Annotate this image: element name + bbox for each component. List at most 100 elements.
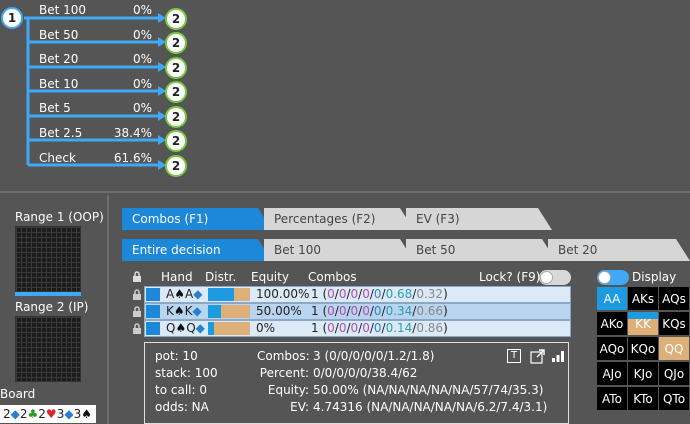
hand-cell-ato[interactable]: ATo [597, 387, 628, 411]
action-label-bet-5: Bet 5 [39, 101, 71, 115]
lock-icon[interactable] [132, 271, 142, 282]
hand-cell: Q♠Q◆ [166, 321, 205, 335]
spade-icon: ♠ [81, 407, 92, 421]
board-card-3-rank: 2 [38, 407, 46, 421]
action-pct-bet-5: 0% [132, 101, 152, 115]
lock-icon[interactable] [132, 323, 142, 334]
display-toggle[interactable] [597, 270, 629, 285]
signal-bars-icon[interactable] [551, 348, 566, 363]
hand-cell-qq[interactable]: QQ [659, 337, 690, 361]
child-node-bet-20[interactable]: 2 [165, 57, 187, 79]
tab-percentages[interactable]: Percentages (F2) [264, 208, 414, 230]
tab-bet-20[interactable]: Bet 20 [548, 239, 690, 261]
club-icon: ♣ [27, 407, 39, 421]
diamond-icon: ◆ [195, 321, 205, 335]
spade-icon: ♠ [174, 287, 185, 301]
action-pct-bet-50: 0% [132, 28, 152, 42]
range1-label: Range 1 (OOP) [15, 210, 104, 224]
table-row[interactable]: A♠A◆ 100.00% 1 (0/0/0/0/0/0.68/0.32) [144, 286, 571, 303]
action-pct-bet-2-5: 38.4% [113, 126, 152, 140]
header-distr[interactable]: Distr. [205, 270, 236, 284]
hand-cell-qjo[interactable]: QJo [659, 362, 690, 386]
diamond-icon: ◆ [10, 407, 20, 421]
action-label-bet-20: Bet 20 [39, 52, 79, 66]
decision-tree: 1 Bet 100 0% 2 Bet 50 0% 2 Bet 20 0% 2 B… [0, 0, 690, 190]
row-color-marker [146, 305, 160, 318]
hand-cell-aqo[interactable]: AQo [597, 337, 628, 361]
hand-cell-kto[interactable]: KTo [628, 387, 659, 411]
hand-cell-ako[interactable]: AKo [597, 312, 628, 336]
combos-label: Combos: [257, 349, 310, 363]
header-combos[interactable]: Combos [308, 270, 357, 284]
hand-cell-kk[interactable]: KK [628, 312, 659, 336]
action-label-bet-50: Bet 50 [39, 28, 79, 42]
action-pct-bet-100: 0% [132, 3, 152, 17]
stack-text: stack: 100 [155, 366, 218, 380]
to-call-text: to call: 0 [155, 383, 207, 397]
lock-icon[interactable] [132, 306, 142, 317]
tab-bet-50[interactable]: Bet 50 [406, 239, 556, 261]
tab-bet-100[interactable]: Bet 100 [264, 239, 414, 261]
table-row[interactable]: Q♠Q◆ 0% 1 (0/0/0/0/0/0.14/0.86) [144, 320, 571, 337]
lock-icon[interactable] [132, 289, 142, 300]
percent-value: 0/0/0/0/0/38.4/62 [313, 366, 418, 380]
equity-cell: 50.00% [256, 304, 302, 318]
hand-cell-kjo[interactable]: KJo [628, 362, 659, 386]
info-panel: pot: 10 stack: 100 to call: 0 odds: NA C… [144, 342, 569, 424]
distr-bar-bet [221, 305, 250, 318]
header-equity[interactable]: Equity [251, 270, 289, 284]
hand-cell-aks[interactable]: AKs [628, 287, 659, 311]
child-node-bet-100[interactable]: 2 [165, 8, 187, 30]
hand-cell-kqo[interactable]: KQo [628, 337, 659, 361]
row-color-marker [146, 322, 160, 335]
distr-bar-check [208, 305, 221, 318]
odds-text: odds: NA [155, 400, 209, 414]
spade-icon: ♠ [173, 304, 185, 318]
tab-entire-decision[interactable]: Entire decision [122, 239, 272, 261]
diamond-icon: ◆ [192, 304, 202, 318]
range1-grid[interactable] [15, 226, 81, 292]
hand-cell-aa[interactable]: AA [597, 287, 628, 311]
diamond-icon: ◆ [193, 287, 203, 301]
combos-cell: 1 (0/0/0/0/0/0.68/0.32) [311, 287, 448, 301]
range2-grid[interactable] [15, 316, 81, 382]
header-hand[interactable]: Hand [161, 270, 193, 284]
root-node[interactable]: 1 [1, 7, 23, 29]
horizontal-divider[interactable] [0, 191, 690, 193]
child-node-bet-50[interactable]: 2 [165, 32, 187, 54]
hand-cell-kqs[interactable]: KQs [659, 312, 690, 336]
tab-combos[interactable]: Combos (F1) [122, 208, 272, 230]
hand-cell-aqs[interactable]: AQs [659, 287, 690, 311]
child-node-bet-2-5[interactable]: 2 [165, 130, 187, 152]
board-card-1-rank: 2 [3, 407, 11, 421]
table-row[interactable]: K♠K◆ 50.00% 1 (0/0/0/0/0/0.34/0.66) [144, 303, 571, 320]
vertical-divider[interactable] [107, 195, 109, 424]
ev-label: EV: [290, 400, 309, 414]
text-export-icon[interactable]: T [507, 349, 521, 363]
open-external-icon[interactable] [530, 349, 545, 364]
equity-cell: 0% [256, 321, 276, 335]
child-node-check[interactable]: 2 [165, 155, 187, 177]
range2-label: Range 2 (IP) [15, 300, 89, 314]
spade-icon: ♠ [175, 321, 187, 335]
hand-cell-ajo[interactable]: AJo [597, 362, 628, 386]
heart-icon: ♥ [45, 407, 57, 421]
child-node-bet-10[interactable]: 2 [165, 81, 187, 103]
combos-cell: 1 (0/0/0/0/0/0.34/0.66) [311, 304, 448, 318]
range1-bar [15, 292, 81, 296]
equity-cell: 100.00% [256, 287, 310, 301]
child-node-bet-5[interactable]: 2 [165, 106, 187, 128]
tab-ev[interactable]: EV (F3) [406, 208, 552, 230]
equity-value: 50.00% (NA/NA/NA/NA/NA/57/74/35.3) [313, 383, 544, 397]
lock-toggle[interactable] [539, 270, 571, 285]
distr-bar-bet [234, 288, 250, 301]
pot-text: pot: 10 [155, 349, 198, 363]
row-color-marker [146, 288, 160, 301]
lock-label: Lock? (F9) [479, 270, 541, 284]
board-cards[interactable]: 2◆2♣2♥3◆3♠ [0, 405, 96, 423]
combos-cell: 1 (0/0/0/0/0/0.14/0.86) [311, 321, 448, 335]
combos-value: 3 (0/0/0/0/0/1.2/1.8) [313, 349, 435, 363]
percent-label: Percent: [259, 366, 309, 380]
hand-cell-qto[interactable]: QTo [659, 387, 690, 411]
hand-cell: A♠A◆ [166, 287, 203, 301]
